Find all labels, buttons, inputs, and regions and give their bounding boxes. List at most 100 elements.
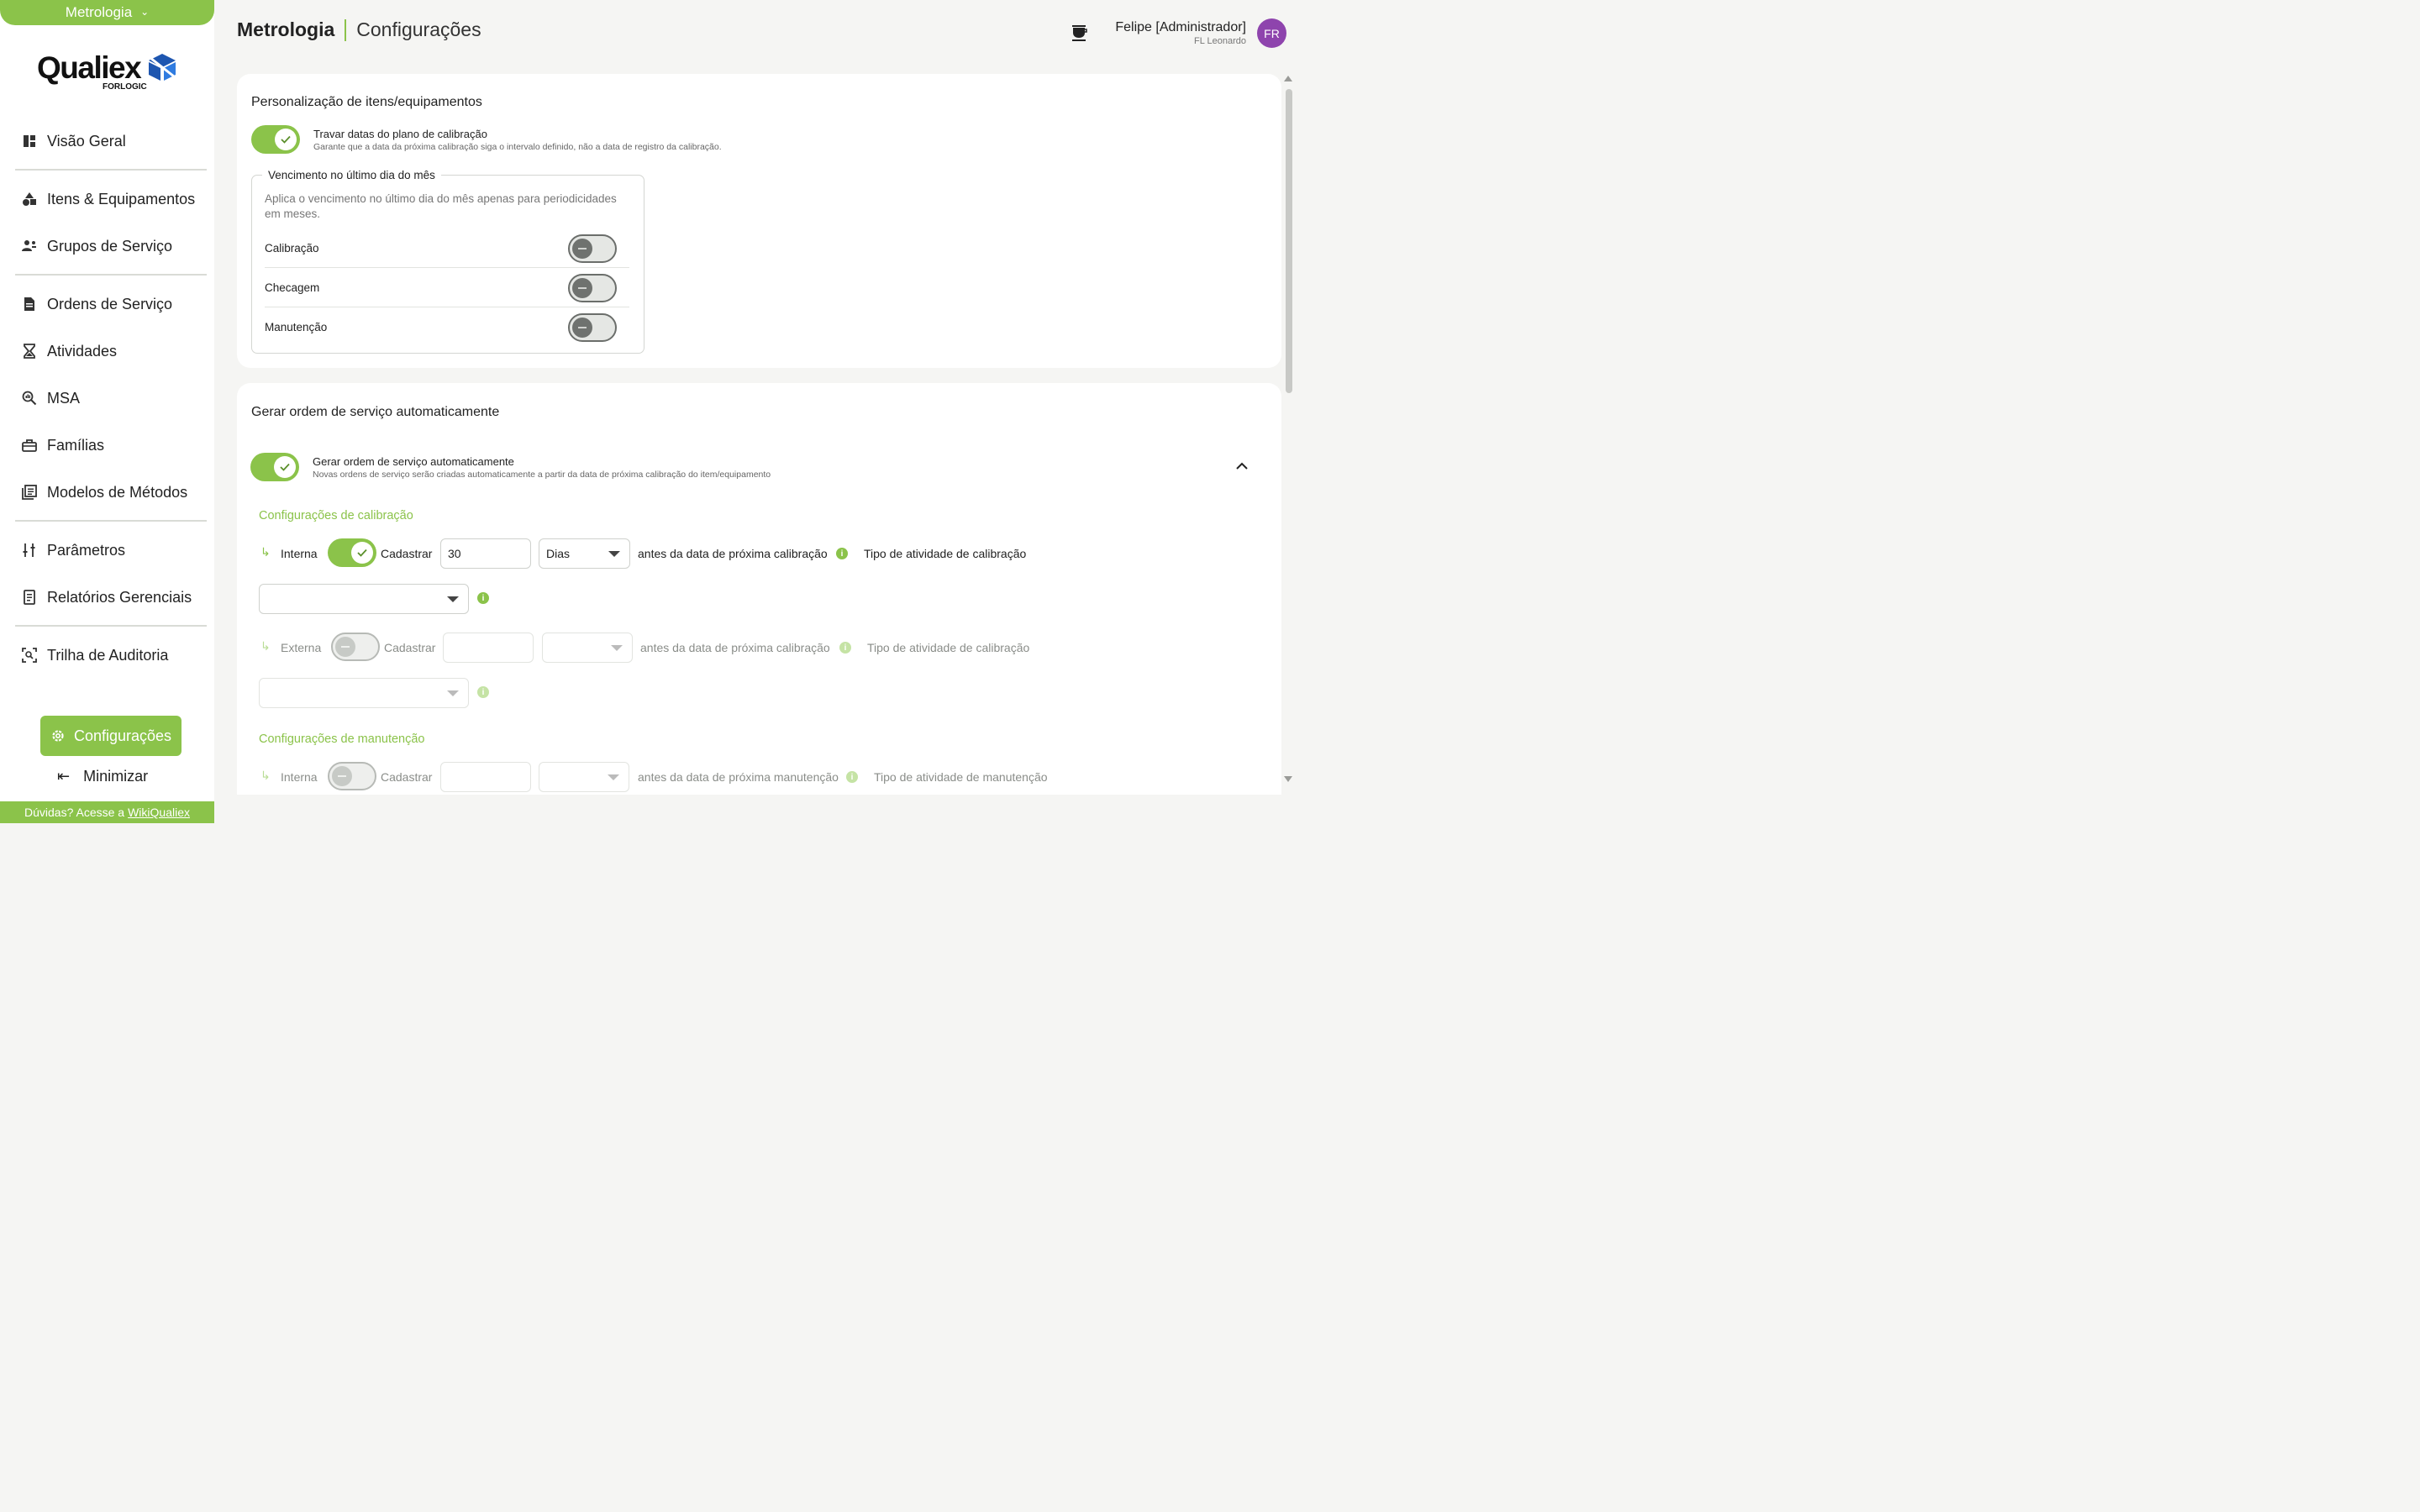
page-name: Configurações [356,18,481,40]
group-icon [22,240,36,251]
shapes-icon [23,192,36,206]
auto-order-label: Gerar ordem de serviço automaticamente [313,455,514,468]
sliders-icon [23,543,35,557]
caret-down-icon [611,645,623,651]
nav-item-ordens-servico[interactable]: Ordens de Serviço [15,281,207,328]
nav-item-itens-equipamentos[interactable]: Itens & Equipamentos [15,176,207,223]
internal-maintenance-days-input[interactable] [440,762,531,792]
logo-wordmark: Qualiex [37,50,142,85]
main-nav: Visão Geral Itens & Equipamentos Grupos … [15,118,207,679]
qualiex-logo: Qualiex FORLOGIC [37,50,180,96]
row-label: Calibração [265,242,319,255]
info-icon[interactable]: i [846,771,858,783]
nav-item-visao-geral[interactable]: Visão Geral [15,118,207,165]
external-type-label: Externa [281,641,322,654]
avatar[interactable]: FR [1257,18,1286,48]
nav-item-modelos-metodos[interactable]: Modelos de Métodos [15,469,207,516]
lock-dates-label: Travar datas do plano de calibração [313,128,487,140]
box-legend: Vencimento no último dia do mês [268,169,435,181]
user-info[interactable]: Felipe [Administrador] FL Leonardo [1115,20,1246,46]
due-checagem-toggle[interactable] [568,274,617,302]
caret-down-icon [608,774,619,780]
nav-item-label: Atividades [47,342,118,360]
info-icon[interactable]: i [839,642,851,654]
settings-button-label: Configurações [73,727,172,744]
internal-calibration-activity-select[interactable] [259,584,469,614]
toggle-knob [335,637,355,657]
collapse-left-icon: ⇤ [57,768,71,785]
nav-item-parametros[interactable]: Parâmetros [15,527,207,574]
nav-item-relatorios[interactable]: Relatórios Gerenciais [15,574,207,621]
chevron-down-icon: ⌄ [140,6,150,18]
internal-calibration-register-toggle[interactable] [328,538,376,567]
scrollbar-thumb[interactable] [1286,89,1292,393]
activity-type-label: Tipo de atividade de calibração [867,641,1030,654]
nav-item-trilha-auditoria[interactable]: Trilha de Auditoria [15,632,207,679]
nav-item-label: Trilha de Auditoria [47,646,169,664]
module-label: Metrologia [65,4,133,20]
wiki-link[interactable]: WikiQualiex [128,806,190,819]
activity-type-label: Tipo de atividade de manutenção [874,770,1048,784]
logo-cube-icon [149,54,176,81]
internal-calibration-days-input[interactable]: 30 [440,538,531,569]
minus-icon [578,327,587,328]
nav-item-label: Parâmetros [47,541,126,559]
nav-item-atividades[interactable]: Atividades [15,328,207,375]
scroll-up-arrow-icon[interactable] [1284,76,1292,81]
lock-dates-toggle[interactable] [251,125,300,154]
internal-maintenance-unit-select[interactable] [539,762,629,792]
nav-item-label: Relatórios Gerenciais [47,588,192,606]
row-label: Manutenção [265,321,328,333]
auto-order-toggle[interactable] [250,453,299,481]
minimize-label: Minimizar [83,768,149,785]
hourglass-icon [24,344,35,359]
external-calibration-unit-select[interactable] [542,633,633,663]
minus-icon [338,775,346,777]
module-selector[interactable]: Metrologia ⌄ [0,0,214,25]
internal-maintenance-register-toggle[interactable] [328,762,376,790]
title-divider [345,18,347,41]
nav-item-msa[interactable]: MSA [15,375,207,422]
check-icon [357,549,367,557]
nav-divider [15,625,207,627]
before-date-text: antes da data de próxima calibração [638,547,828,560]
box-description: Aplica o vencimento no último dia do mês… [265,192,617,220]
minimize-button[interactable]: ⇤ Minimizar [57,768,148,785]
nav-item-grupos-servico[interactable]: Grupos de Serviço [15,223,207,270]
user-org: FL Leonardo [1194,36,1246,46]
items-customization-card: Personalização de itens/equipamentos Tra… [237,74,1281,368]
register-label: Cadastrar [381,547,433,560]
chevron-up-icon[interactable] [1235,461,1249,471]
internal-type-label: Interna [281,770,318,784]
due-calibracao-toggle[interactable] [568,234,617,263]
internal-calibration-unit-select[interactable]: Dias [539,538,630,569]
external-calibration-register-toggle[interactable] [331,633,380,661]
lock-dates-description: Garante que a data da próxima calibração… [313,142,722,152]
info-icon[interactable]: i [477,592,489,604]
logo-subtitle: FORLOGIC [103,82,147,92]
caret-down-icon [447,690,459,696]
nav-item-label: Modelos de Métodos [47,483,188,501]
auto-order-description: Novas ordens de serviço serão criadas au… [313,470,771,480]
external-calibration-days-input[interactable] [443,633,534,663]
coffee-cup-icon[interactable] [1071,24,1089,42]
nav-item-label: MSA [47,389,81,407]
caret-down-icon [447,596,459,602]
sidebar: Metrologia ⌄ Qualiex FORLOGIC Visão Gera… [0,0,214,823]
card-title: Gerar ordem de serviço automaticamente [251,405,500,419]
info-icon[interactable]: i [477,686,489,698]
gear-icon [52,730,64,742]
due-manutencao-toggle[interactable] [568,313,617,342]
user-name: Felipe [Administrador] [1115,20,1246,34]
info-icon[interactable]: i [836,548,848,559]
minus-icon [578,248,587,249]
library-icon [22,485,37,500]
settings-button[interactable]: Configurações [40,716,182,756]
dashboard-icon [24,135,35,147]
nav-item-familias[interactable]: Famílias [15,422,207,469]
scroll-down-arrow-icon[interactable] [1284,776,1292,782]
external-calibration-activity-select[interactable] [259,678,469,708]
activity-type-label: Tipo de atividade de calibração [864,547,1027,560]
selected-value: Dias [546,547,571,560]
nav-item-label: Visão Geral [47,132,126,150]
